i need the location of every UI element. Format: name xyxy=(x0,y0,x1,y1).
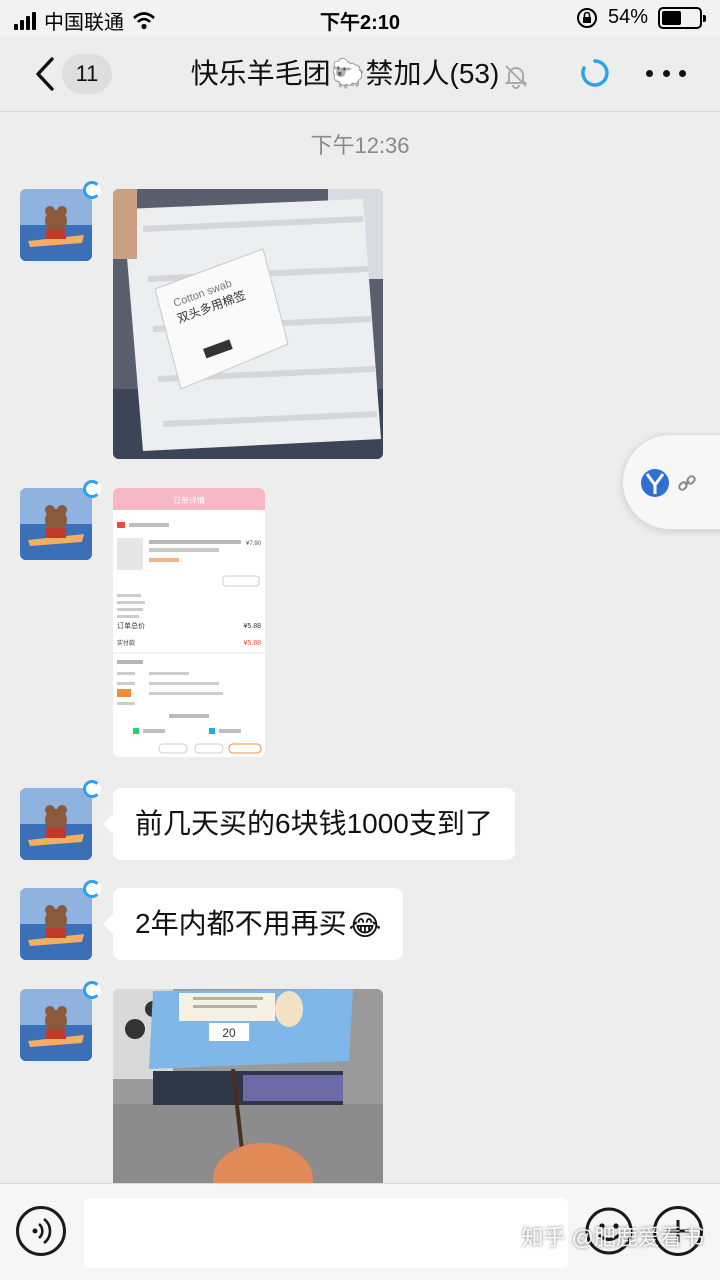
chat-title: 快乐羊毛团🐑禁加人(53) xyxy=(190,58,500,89)
mute-bell-icon xyxy=(504,64,528,89)
chat-title-row[interactable]: 快乐羊毛团🐑禁加人(53) xyxy=(150,52,570,92)
message-text: 前几天买的6块钱1000支到了 xyxy=(135,808,493,839)
status-ring xyxy=(83,181,101,199)
wet-wipes-photo[interactable]: 20 xyxy=(113,989,383,1183)
cotton-swab-photo[interactable]: Cotton swab 双头多用棉签 xyxy=(113,189,383,459)
voice-icon xyxy=(32,1217,52,1245)
status-ring xyxy=(83,480,101,498)
link-icon xyxy=(678,475,696,491)
svg-text:实付款: 实付款 xyxy=(117,639,135,647)
pack-count-text: 20 xyxy=(222,1026,236,1040)
refresh-icon[interactable] xyxy=(580,58,610,88)
message-input[interactable] xyxy=(84,1198,568,1268)
voice-button[interactable] xyxy=(16,1206,66,1256)
back-icon[interactable] xyxy=(30,56,60,92)
order-header: 订单详情 xyxy=(173,495,205,505)
status-ring xyxy=(83,981,101,999)
status-ring xyxy=(83,780,101,798)
order-screenshot[interactable]: 订单详情 ¥7.90 订单总价 ¥5.88 实付款 ¥5.88 xyxy=(113,488,265,757)
avatar[interactable] xyxy=(20,989,92,1061)
avatar[interactable] xyxy=(20,888,92,960)
app-logo-icon xyxy=(641,469,669,497)
avatar[interactable] xyxy=(20,788,92,860)
text-message[interactable]: 2年内都不用再买😂 xyxy=(102,888,404,960)
status-bar: 中国联通 下午2:10 54% xyxy=(0,0,720,36)
chat-header: 11 快乐羊毛团🐑禁加人(53) xyxy=(0,36,720,112)
avatar[interactable] xyxy=(20,189,92,261)
floating-link-button[interactable] xyxy=(622,434,720,530)
battery-icon xyxy=(658,6,706,29)
orientation-lock-icon xyxy=(576,7,597,28)
battery-percent: 54% xyxy=(607,6,648,28)
time-separator: 下午12:36 xyxy=(310,133,410,158)
message-text: 2年内都不用再买 xyxy=(135,908,347,939)
laughing-crying-emoji: 😂 xyxy=(348,909,382,941)
text-message[interactable]: 前几天买的6块钱1000支到了 xyxy=(103,788,515,860)
order-total: ¥5.88 xyxy=(243,623,261,630)
watermark: 知乎 @肥鹿爱看书 xyxy=(521,1225,704,1250)
svg-text:订单总价: 订单总价 xyxy=(117,621,145,630)
order-item-price: ¥7.90 xyxy=(246,541,262,547)
avatar[interactable] xyxy=(20,488,92,560)
unread-count-badge[interactable]: 11 xyxy=(62,54,112,94)
status-ring xyxy=(83,880,101,898)
more-icon[interactable] xyxy=(646,61,686,85)
order-paid: ¥5.88 xyxy=(243,640,261,647)
